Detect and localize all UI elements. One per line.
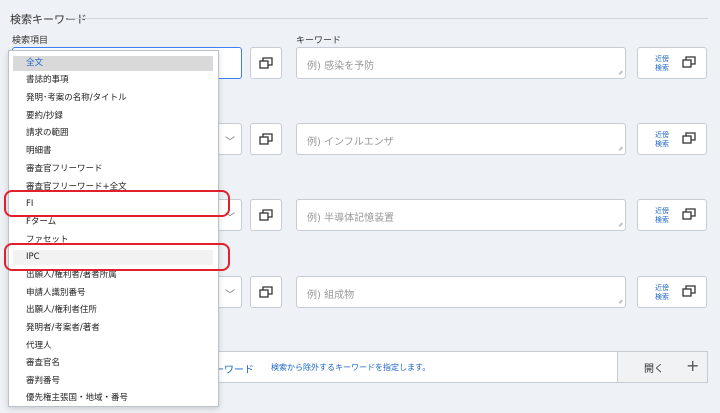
exclude-open-button[interactable]: 開く + xyxy=(617,352,707,382)
near-search-button-4[interactable]: 近傍 検索 xyxy=(637,276,707,308)
window-stack-icon xyxy=(259,286,273,298)
dropdown-item[interactable]: 審査官名 xyxy=(13,356,213,371)
chevron-down-icon: ﹀ xyxy=(225,137,235,148)
search-field-dropdown: 全文 書誌的事項 発明･考案の名称/タイトル 要約/抄録 請求の範囲 明細書 審… xyxy=(8,50,219,407)
resize-handle-icon: ═ xyxy=(616,297,626,307)
window-stack-icon xyxy=(682,56,696,68)
keyword-label: キーワード xyxy=(296,36,342,46)
dropdown-item[interactable]: 優先権主張国・地域・番号 xyxy=(13,391,213,406)
exclude-keyword-description: 検索から除外するキーワードを指定します。 xyxy=(271,363,431,372)
keyword-input-1[interactable]: 例) 感染を予防 ═ xyxy=(296,47,626,79)
keyword-input-3[interactable]: 例) 半導体記憶装置 ═ xyxy=(296,199,626,231)
near-search-button-3[interactable]: 近傍 検索 xyxy=(637,199,707,231)
dropdown-item[interactable]: 書誌的事項 xyxy=(13,73,213,88)
dropdown-item[interactable]: Fターム xyxy=(13,215,213,230)
dropdown-item[interactable]: 明細書 xyxy=(13,144,213,159)
keyword-input-2[interactable]: 例) インフルエンザ ═ xyxy=(296,123,626,155)
exclude-keyword-bar: ーワード 検索から除外するキーワードを指定します。 開く + xyxy=(180,351,708,383)
window-stack-icon xyxy=(259,209,273,221)
exclude-keyword-title: ーワード xyxy=(214,365,254,376)
field-picker-button-1[interactable] xyxy=(250,47,282,79)
window-stack-icon xyxy=(682,208,696,220)
near-search-button-1[interactable]: 近傍 検索 xyxy=(637,47,707,79)
window-stack-icon xyxy=(259,133,273,145)
resize-handle-icon: ═ xyxy=(616,144,626,154)
dropdown-item[interactable]: 審査官フリーワード xyxy=(13,162,213,177)
section-divider xyxy=(68,18,708,19)
highlight-callout-ipc xyxy=(4,243,230,271)
dropdown-item[interactable]: 請求の範囲 xyxy=(13,126,213,141)
field-picker-button-2[interactable] xyxy=(250,123,282,155)
chevron-down-icon: ﹀ xyxy=(225,290,235,301)
search-field-label: 検索項目 xyxy=(12,36,49,46)
dropdown-item[interactable]: 審判番号 xyxy=(13,374,213,389)
window-stack-icon xyxy=(259,57,273,69)
near-search-button-2[interactable]: 近傍 検索 xyxy=(637,123,707,155)
dropdown-item[interactable]: 要約/抄録 xyxy=(13,109,213,124)
dropdown-item[interactable]: 発明･考案の名称/タイトル xyxy=(13,91,213,106)
highlight-callout-fi xyxy=(4,190,230,217)
field-picker-button-4[interactable] xyxy=(250,276,282,308)
plus-icon: + xyxy=(686,356,700,375)
dropdown-item-fulltext[interactable]: 全文 xyxy=(13,56,213,71)
dropdown-item[interactable]: 発明者/考案者/著者 xyxy=(13,321,213,336)
resize-handle-icon: ═ xyxy=(616,68,626,78)
open-label: 開く xyxy=(644,364,664,375)
section-title: 検索キーワード xyxy=(10,13,87,26)
window-stack-icon xyxy=(682,132,696,144)
dropdown-item[interactable]: 申請人識別番号 xyxy=(13,286,213,301)
field-picker-button-3[interactable] xyxy=(250,199,282,231)
keyword-input-4[interactable]: 例) 組成物 ═ xyxy=(296,276,626,308)
window-stack-icon xyxy=(682,285,696,297)
dropdown-item[interactable]: 代理人 xyxy=(13,339,213,354)
dropdown-item[interactable]: 出願人/権利者住所 xyxy=(13,303,213,318)
resize-handle-icon: ═ xyxy=(616,220,626,230)
